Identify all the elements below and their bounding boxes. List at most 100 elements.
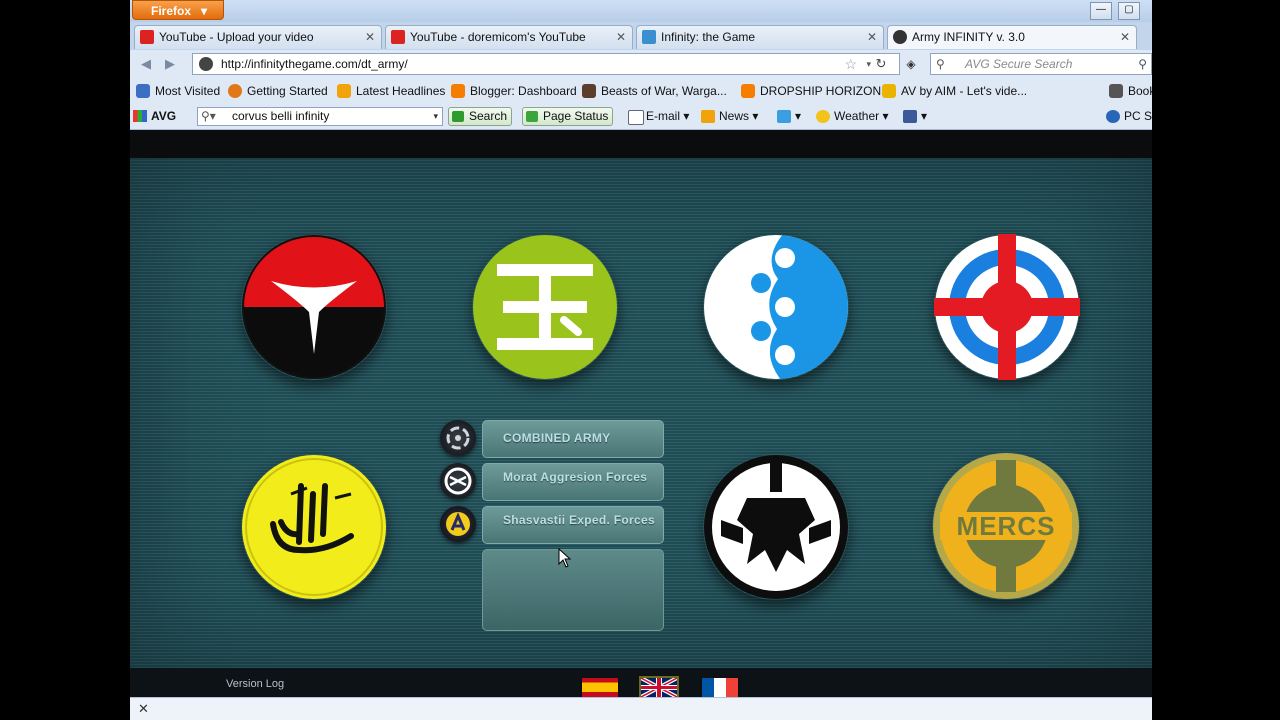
facebook-menu[interactable]: ▾ [903,108,927,125]
chevron-down-icon[interactable]: ▾ [433,108,438,125]
search-input[interactable]: ⚲ AVG Secure Search ⚲ [930,53,1152,75]
close-tab-icon[interactable]: ✕ [867,26,877,48]
menu-item-morat[interactable]: Morat Aggresion Forces [482,463,664,501]
close-tab-icon[interactable]: ✕ [616,26,626,48]
close-findbar-icon[interactable]: ✕ [138,701,149,717]
navigation-bar: ◀ ▶ http://infinitythegame.com/dt_army/ … [130,50,1152,80]
nomads-icon [704,455,848,599]
tab-infinity-game[interactable]: Infinity: the Game ✕ [636,25,884,49]
email-icon [628,110,644,125]
page-status-label: Page Status [543,109,609,123]
avg-toolbar: AVG ⚲▾ corvus belli infinity ▾ Search Pa… [130,104,1152,130]
bookmark-label: DROPSHIP HORIZON [760,84,882,98]
english-flag[interactable] [639,676,679,699]
bookmarks-bar: Most Visited Getting Started Latest Head… [130,79,1152,105]
faction-nomads[interactable] [703,454,849,600]
french-flag[interactable] [702,678,738,697]
bookmark-latest-headlines[interactable]: Latest Headlines [337,83,445,100]
back-button[interactable]: ◀ [136,55,156,73]
bookmark-blogger[interactable]: Blogger: Dashboard [451,83,577,100]
spanish-flag[interactable] [582,678,618,697]
minimize-button[interactable]: — [1090,2,1112,20]
search-icon: ⚲▾ [201,109,216,123]
faction-ariadna[interactable] [703,234,849,380]
avg-search-input[interactable]: ⚲▾ corvus belli infinity ▾ [197,107,443,126]
close-tab-icon[interactable]: ✕ [1120,26,1130,48]
tab-youtube-upload[interactable]: YouTube - Upload your video ✕ [134,25,382,49]
weather-icon [816,110,830,123]
forward-button[interactable]: ▶ [160,55,180,73]
faction-yujing[interactable] [472,234,618,380]
faction-ariadna-sectorial[interactable] [934,234,1080,380]
help-icon [1106,110,1120,123]
avg-search-button[interactable]: Search [448,107,513,126]
bookmark-star-icon[interactable]: ☆ [844,54,857,74]
arrow-right-icon [452,111,464,122]
page-content: MERCS COMBINED ARMY Morat Aggresion Forc… [130,130,1152,699]
faction-mercenaries[interactable]: MERCS [932,452,1080,600]
version-log-link[interactable]: Version Log [226,678,284,690]
menu-item-combined-army[interactable]: COMBINED ARMY [482,420,664,458]
bookmark-most-visited[interactable]: Most Visited [136,83,220,100]
email-label: E-mail [646,109,681,123]
blogger-icon [741,84,755,98]
tab-label: Army INFINITY v. 3.0 [912,30,1025,44]
messenger-menu[interactable]: ▾ [777,108,801,125]
most-visited-icon [136,84,150,98]
bookmark-label: Blogger: Dashboard [470,84,577,98]
firefox-menu-button[interactable]: Firefox ▾ [132,0,224,20]
pc-analyzer[interactable]: PC S [1106,108,1152,125]
bookmark-av-by-aim[interactable]: AV by AIM - Let's vide... [882,83,1027,100]
news-menu[interactable]: News ▾ [701,108,758,125]
tab-youtube-channel[interactable]: YouTube - doremicom's YouTube ✕ [385,25,633,49]
rss-icon [701,110,715,123]
faction-haqqislam[interactable] [241,454,387,600]
army-selection-area: MERCS COMBINED ARMY Morat Aggresion Forc… [130,158,1152,668]
email-menu[interactable]: E-mail ▾ [628,108,689,125]
avg-logo-text: AVG [151,109,177,123]
url-bar[interactable]: http://infinitythegame.com/dt_army/ ☆ ▾ [192,53,900,75]
tab-army-infinity[interactable]: Army INFINITY v. 3.0 ✕ [887,25,1137,49]
bookmark-getting-started[interactable]: Getting Started [228,83,328,100]
avg-logo[interactable]: AVG [133,108,176,125]
site-identity-icon[interactable] [199,57,213,71]
tab-strip: YouTube - Upload your video ✕ YouTube - … [130,22,1152,51]
tab-label: YouTube - Upload your video [159,30,314,44]
url-text: http://infinitythegame.com/dt_army/ [221,57,408,71]
menu-item-shasvastii[interactable]: Shasvastii Exped. Forces [482,506,664,544]
page-footer: Version Log [130,668,1152,699]
news-label: News [719,109,750,123]
bookmark-dropship-horizon[interactable]: DROPSHIP HORIZON [741,83,881,100]
bookmarks-menu[interactable]: Book [1109,83,1152,100]
tab-label: Infinity: the Game [661,30,756,44]
search-icon: ⚲ [936,57,945,71]
chevron-down-icon[interactable]: ▾ [866,54,871,74]
panoceania-icon [242,235,386,379]
bookmark-beasts-of-war[interactable]: Beasts of War, Warga... [582,83,727,100]
find-bar: ✕ [130,697,1152,720]
avg-shield-icon[interactable]: ◈ [902,56,920,72]
maximize-button[interactable]: ▢ [1118,2,1140,20]
close-tab-icon[interactable]: ✕ [365,26,375,48]
messenger-icon [777,110,791,123]
bookmark-label: Book [1128,84,1152,98]
cross-shield-icon [934,234,1080,380]
weather-menu[interactable]: Weather ▾ [816,108,889,125]
shasvastii-icon[interactable] [440,506,476,542]
reload-button[interactable]: ↻ [872,56,890,72]
mercs-logo-text: MERCS [957,511,1056,541]
faction-panoceania[interactable] [241,234,387,380]
bookmark-label: Most Visited [155,84,221,98]
weather-label: Weather [834,109,880,123]
browser-window: Firefox ▾ — ▢ YouTube - Upload your vide… [130,0,1152,720]
combined-army-preview-image [482,549,664,631]
mercs-icon: MERCS [933,453,1079,599]
search-go-icon[interactable]: ⚲ [1138,54,1147,74]
bookmark-label: Getting Started [247,84,328,98]
ariadna-icon [704,235,848,379]
chevron-down-icon: ▾ [882,109,889,123]
title-bar: Firefox ▾ — ▢ [130,0,1152,22]
combined-army-icon[interactable] [440,420,476,456]
page-status-button[interactable]: Page Status [522,107,614,126]
morat-icon[interactable] [440,463,476,499]
